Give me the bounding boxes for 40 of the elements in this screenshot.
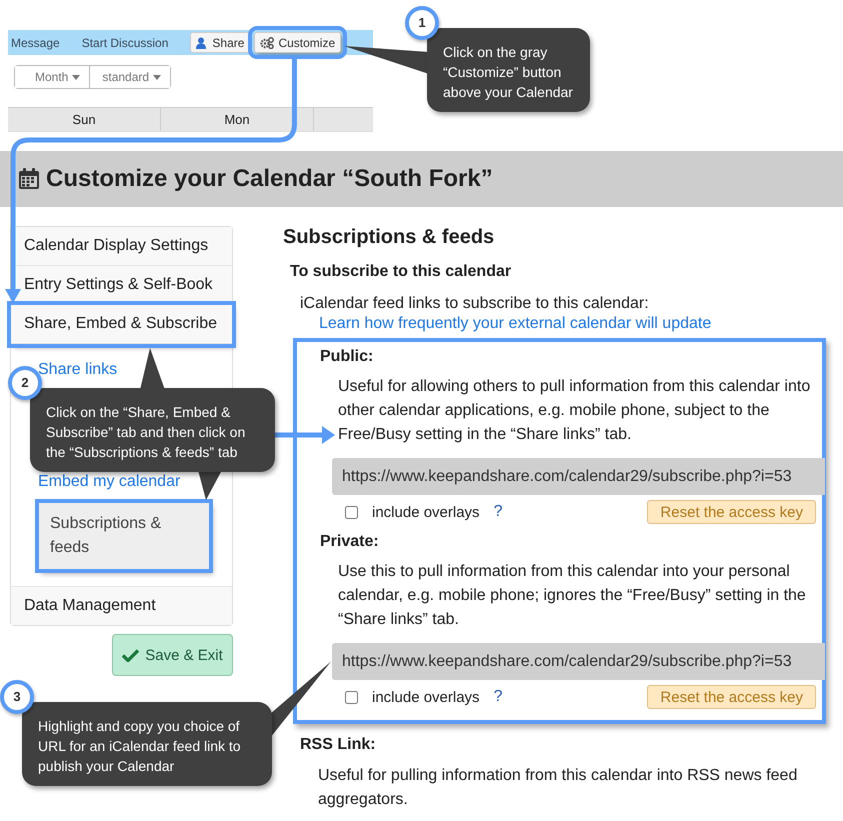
section-heading: Subscriptions & feeds xyxy=(283,226,496,248)
url-field[interactable]: https://www.keepandshare.com/calendar29/subscribe.php?i=53 xyxy=(332,458,825,495)
toolbar-link[interactable]: Message xyxy=(11,36,60,50)
calendar-icon xyxy=(18,168,40,190)
feed-description: Use this to pull information from this calendar into your personal calendar, e.g. mobile phone; ignores the “Free/Busy” setting in the “Share links” tab. xyxy=(338,562,807,630)
page-title: Customize your Calendar “South Fork” xyxy=(46,165,493,193)
step-number: 1 xyxy=(405,6,439,40)
help-link[interactable]: Learn how frequently your external calendar will update xyxy=(319,314,831,334)
sidebar-tab[interactable]: Data Management xyxy=(11,587,232,625)
checkbox-label: include overlays xyxy=(372,504,480,520)
person-icon xyxy=(196,36,208,48)
toolbar-link[interactable]: Start Discussion xyxy=(82,36,168,50)
caret-icon xyxy=(153,74,162,80)
feed-heading: Public: xyxy=(320,347,374,367)
help-link[interactable]: ? xyxy=(494,503,502,521)
step-number: 3 xyxy=(0,680,34,714)
feed-description: Useful for allowing others to pull information from this calendar into other calendar applications, e.g. mobile phone, subject to the Free/Busy setting in the “Share links” tab. xyxy=(338,377,812,445)
callout-text: Click on the gray “Customize” button above your Calendar xyxy=(443,43,574,102)
checkbox-label: include overlays xyxy=(372,688,480,706)
sidebar-subtab[interactable]: Embed my calendar xyxy=(38,472,180,492)
feed-description: Useful for pulling information from this calendar into RSS news feed aggregators. xyxy=(318,766,798,810)
day-header: Sun xyxy=(8,108,161,131)
share-button[interactable]: Share xyxy=(190,32,250,53)
checkbox[interactable] xyxy=(345,506,358,518)
subheading: To subscribe to this calendar xyxy=(290,262,512,282)
intro-text: iCalendar feed links to subscribe to this calendar: xyxy=(300,294,650,314)
check-icon xyxy=(122,648,140,662)
checkbox[interactable] xyxy=(345,690,358,704)
sidebar-subtab[interactable]: Subscriptions & feeds xyxy=(38,502,210,570)
help-link[interactable]: ? xyxy=(494,688,502,706)
caret-icon xyxy=(72,74,80,80)
day-header: Mon xyxy=(161,108,314,131)
callout-text: Click on the “Share, Embed & Subscribe” tab and then click on the “Subscriptions & feeds” tab xyxy=(46,403,246,462)
feed-heading: RSS Link: xyxy=(300,735,377,755)
callout-text: Highlight and copy you choice of URL for an iCalendar feed link to publish your Calendar xyxy=(38,717,242,776)
gears-icon xyxy=(260,36,274,48)
url-field[interactable]: https://www.keepandshare.com/calendar29/subscribe.php?i=53 xyxy=(332,643,825,680)
feed-heading: Private: xyxy=(320,532,380,552)
dropdown-button[interactable]: standard xyxy=(89,66,170,88)
save-button[interactable]: Save & Exit xyxy=(112,634,233,676)
